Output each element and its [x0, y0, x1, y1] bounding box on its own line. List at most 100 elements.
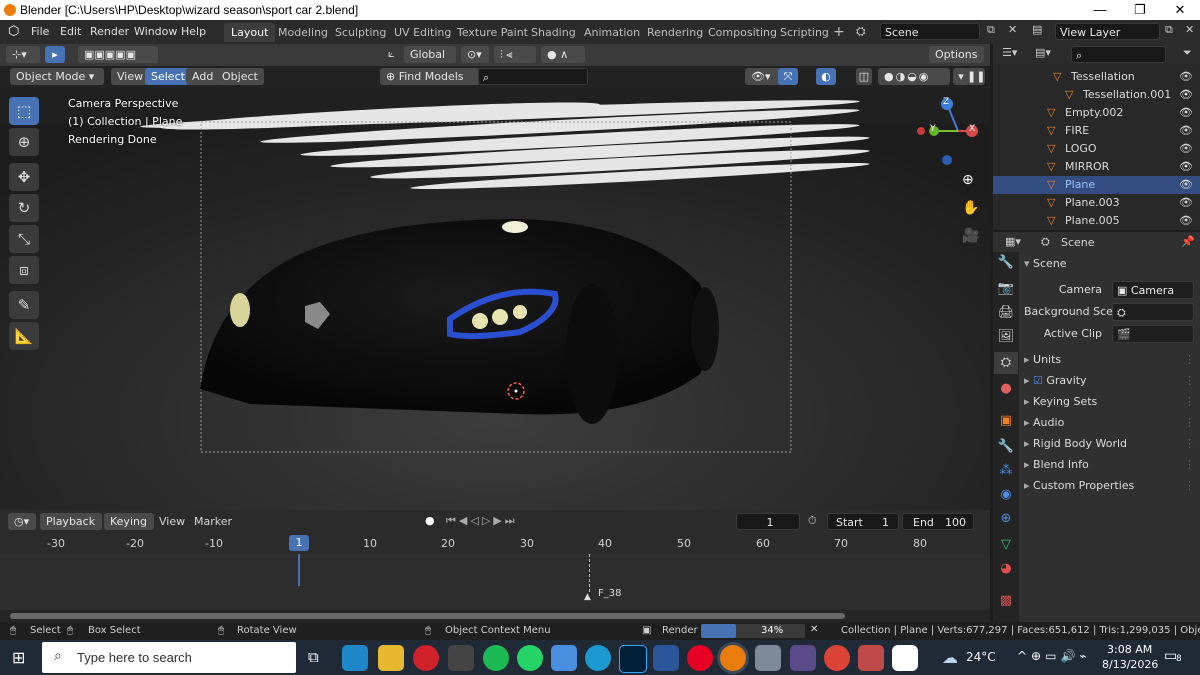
timeline-ruler[interactable]: -30 -20 -10 1 10 20 30 40 50 60 70 80: [0, 534, 990, 554]
drag-handle-icon[interactable]: ⋮⋮: [1184, 455, 1200, 475]
3d-viewport[interactable]: [0, 44, 990, 510]
properties-section-custom-properties[interactable]: ▸ Custom Properties ⋮⋮: [1024, 476, 1200, 496]
menu-select[interactable]: Select: [145, 68, 191, 85]
shading-mode-buttons[interactable]: ●◑◒◉: [878, 68, 950, 85]
cancel-render-icon[interactable]: ✕: [810, 624, 818, 635]
pinterest-icon[interactable]: [687, 645, 713, 671]
output-tab-icon[interactable]: 🖨: [994, 302, 1018, 324]
view-layer-tab-icon[interactable]: 🖼: [994, 326, 1018, 348]
visibility-eye-icon[interactable]: 👁: [1179, 158, 1193, 176]
menu-edit[interactable]: Edit: [60, 25, 81, 38]
outliner-editor-icon[interactable]: ☰▾: [1002, 46, 1017, 59]
texture-tab-icon[interactable]: ▩: [994, 590, 1018, 612]
app-icon-3[interactable]: [858, 645, 884, 671]
timeline-area[interactable]: ▲ F_38: [0, 554, 990, 610]
spotify-icon[interactable]: [483, 645, 509, 671]
background-scene-field[interactable]: ⛭: [1112, 303, 1194, 321]
object-mode-select[interactable]: Object Mode ▾: [10, 68, 104, 85]
end-frame-field[interactable]: End 100: [902, 513, 974, 530]
drag-handle-icon[interactable]: ⋮⋮: [1184, 350, 1200, 370]
properties-editor-icon[interactable]: ▦▾: [1005, 235, 1021, 248]
editor-type-button[interactable]: ⊹▾: [6, 46, 40, 63]
modifier-tab-icon[interactable]: 🔧: [994, 436, 1018, 458]
transform-orientation-select[interactable]: Global: [404, 46, 456, 63]
chatgpt-icon[interactable]: [448, 645, 474, 671]
edge-icon[interactable]: [342, 645, 368, 671]
navigation-gizmo[interactable]: Z X Y: [913, 95, 983, 170]
menu-render[interactable]: Render: [90, 25, 129, 38]
playback-controls[interactable]: ⏮◀◁▷▶⏭: [446, 514, 518, 528]
active-clip-field[interactable]: 🎬: [1112, 325, 1194, 343]
drag-handle-icon[interactable]: ⋮⋮: [1184, 413, 1200, 433]
taskbar-search-box[interactable]: ⌕ Type here to search: [42, 642, 296, 673]
view-layer-field[interactable]: View Layer: [1055, 23, 1160, 40]
scene-tab-icon[interactable]: ⛭: [994, 352, 1018, 374]
cursor-tool-icon[interactable]: ⊕: [9, 128, 39, 156]
data-tab-icon[interactable]: ▽: [994, 534, 1018, 556]
app-icon-4[interactable]: [892, 645, 918, 671]
properties-section-keying-sets[interactable]: ▸ Keying Sets ⋮⋮: [1024, 392, 1200, 412]
object-tab-icon[interactable]: ▣: [994, 410, 1018, 432]
rotate-tool-icon[interactable]: ↻: [9, 194, 39, 222]
app-icon-1[interactable]: [755, 645, 781, 671]
tool-tab-icon[interactable]: 🔧: [994, 252, 1018, 274]
outliner-row[interactable]: ▽ FIRE 👁: [993, 122, 1200, 140]
playhead-frame-label[interactable]: 1: [289, 535, 309, 551]
cortana-icon[interactable]: [585, 645, 611, 671]
system-tray-icons[interactable]: ^⊕▭🔊⌁: [1017, 649, 1091, 663]
outliner-row[interactable]: ▽ Plane 👁: [993, 176, 1200, 194]
outliner-row[interactable]: ▽ Plane.003 👁: [993, 194, 1200, 212]
playhead-line[interactable]: [298, 554, 300, 586]
record-keyframe-icon[interactable]: ●: [425, 514, 435, 527]
camera-field[interactable]: ▣ Camera: [1112, 281, 1194, 299]
outliner-row[interactable]: ▽ Tessellation 👁: [993, 68, 1200, 86]
timeline-marker-menu[interactable]: Marker: [194, 515, 232, 528]
delete-scene-icon[interactable]: ✕: [1008, 23, 1017, 36]
outliner-row[interactable]: ▽ MIRROR 👁: [993, 158, 1200, 176]
properties-section-rigid-body-world[interactable]: ▸ Rigid Body World ⋮⋮: [1024, 434, 1200, 454]
properties-section-blend-info[interactable]: ▸ Blend Info ⋮⋮: [1024, 455, 1200, 475]
maximize-button[interactable]: ❐: [1120, 0, 1160, 20]
drag-handle-icon[interactable]: ⋮⋮: [1184, 476, 1200, 496]
render-tab-icon[interactable]: 📷: [994, 278, 1018, 300]
scene-panel-header[interactable]: ▾ Scene: [1024, 254, 1200, 274]
filter-icon[interactable]: ⏷: [1183, 46, 1192, 60]
pin-icon[interactable]: 📌: [1181, 235, 1195, 248]
properties-section-units[interactable]: ▸ Units ⋮⋮: [1024, 350, 1200, 370]
menu-object[interactable]: Object: [216, 68, 264, 85]
display-mode-icon[interactable]: ▤▾: [1035, 46, 1051, 59]
measure-tool-icon[interactable]: 📐: [9, 322, 39, 350]
visibility-eye-icon[interactable]: 👁: [1179, 68, 1193, 86]
tab-uv-editing[interactable]: UV Editing: [387, 23, 458, 42]
weather-temperature[interactable]: 24°C: [966, 650, 996, 664]
proportional-editing-button[interactable]: ● ∧: [541, 46, 585, 63]
menu-help[interactable]: Help: [181, 25, 206, 38]
close-button[interactable]: ✕: [1160, 0, 1200, 20]
particles-tab-icon[interactable]: ⁂: [994, 460, 1018, 482]
visibility-eye-icon[interactable]: 👁: [1179, 122, 1193, 140]
tab-shading[interactable]: Shading: [524, 23, 583, 42]
world-tab-icon[interactable]: ●: [994, 378, 1018, 400]
snap-button[interactable]: ⫶ ⫷: [494, 46, 536, 63]
visibility-eye-icon[interactable]: 👁: [1179, 140, 1193, 158]
menu-file[interactable]: File: [31, 25, 49, 38]
tab-animation[interactable]: Animation: [577, 23, 647, 42]
timeline-editor-type-icon[interactable]: ◷▾: [8, 513, 36, 530]
pan-hand-icon[interactable]: ✋: [962, 200, 979, 216]
visibility-eye-icon[interactable]: 👁: [1179, 194, 1193, 212]
outliner-row[interactable]: ▽ Plane.005 👁: [993, 212, 1200, 230]
scene-field[interactable]: Scene: [880, 23, 980, 40]
timeline-view-menu[interactable]: View: [159, 515, 185, 528]
blender-menu-icon[interactable]: ⬡: [8, 24, 19, 39]
timeline-scroll-thumb[interactable]: [10, 613, 845, 619]
minimize-button[interactable]: —: [1080, 0, 1120, 20]
current-frame-field[interactable]: 1: [736, 513, 800, 530]
outliner-row[interactable]: ▽ Tessellation.001 👁: [993, 86, 1200, 104]
start-frame-field[interactable]: Start 1: [827, 513, 899, 530]
visibility-button[interactable]: 👁▾: [745, 68, 781, 85]
timeline-scrollbar[interactable]: [0, 610, 990, 622]
outliner-row[interactable]: ▽ Empty.002 👁: [993, 104, 1200, 122]
drag-handle-icon[interactable]: ⋮⋮: [1184, 371, 1200, 391]
marker-triangle-icon[interactable]: ▲: [584, 592, 591, 602]
windows-start-icon[interactable]: ⊞: [12, 648, 25, 667]
